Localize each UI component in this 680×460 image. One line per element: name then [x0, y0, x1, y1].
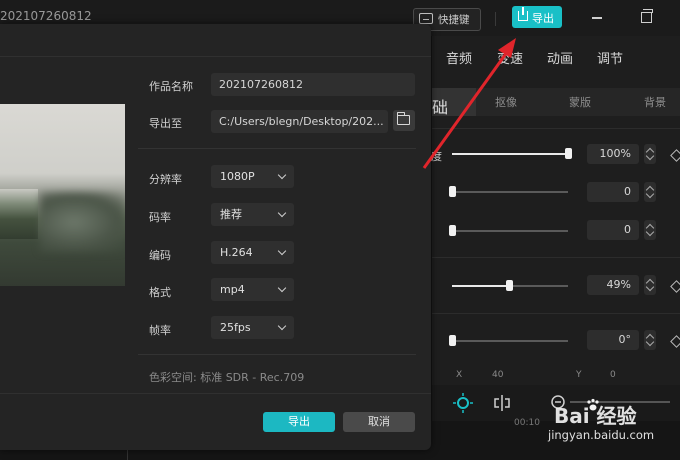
fps-label: 帧率	[149, 324, 171, 337]
share-icon	[518, 7, 528, 21]
rotation-stepper[interactable]	[644, 330, 656, 350]
tab-adjust[interactable]: 调节	[597, 48, 623, 67]
opacity-stepper[interactable]	[644, 144, 656, 164]
slider-3-thumb[interactable]	[449, 225, 456, 236]
export-top-label: 导出	[532, 12, 554, 25]
chevron-down-icon	[277, 283, 287, 293]
titlebar-divider	[495, 12, 496, 26]
name-label: 作品名称	[149, 80, 193, 93]
export-path-input[interactable]: C:/Users/blegn/Desktop/202...	[211, 110, 388, 133]
rotation-slider-thumb[interactable]	[449, 335, 456, 346]
restore-window-icon[interactable]	[641, 9, 653, 23]
browse-folder-button[interactable]	[393, 110, 415, 131]
export-path-label: 导出至	[149, 117, 182, 130]
slider-2-thumb[interactable]	[449, 186, 456, 197]
cancel-button[interactable]: 取消	[343, 412, 415, 432]
sub-tab-bar: 础 抠像 蒙版 背景	[432, 88, 680, 117]
video-preview-thumbnail	[0, 104, 125, 286]
resolution-label: 分辨率	[149, 173, 182, 186]
watermark-url: jingyan.baidu.com	[548, 428, 655, 442]
paw-icon	[587, 398, 599, 411]
section-divider	[432, 313, 680, 314]
export-top-button[interactable]: 导出	[512, 6, 562, 28]
dialog-header	[0, 24, 431, 57]
dialog-footer-divider	[0, 393, 431, 394]
resolution-select[interactable]: 1080P	[211, 165, 294, 188]
rotation-value[interactable]: 0°	[587, 330, 639, 350]
chevron-down-icon	[277, 208, 287, 218]
opacity-slider-thumb[interactable]	[565, 148, 572, 159]
fps-select[interactable]: 25fps	[211, 316, 294, 339]
y-label: Y	[576, 370, 582, 380]
tab-speed[interactable]: 变速	[497, 48, 523, 67]
export-button[interactable]: 导出	[263, 412, 335, 432]
slider-3-stepper[interactable]	[644, 220, 656, 240]
section-divider	[432, 128, 680, 129]
y-value[interactable]: 0	[610, 370, 616, 380]
resolution-value: 1080P	[220, 170, 255, 183]
position-xy: X 40 Y 0	[452, 368, 680, 384]
subtab-background[interactable]: 背景	[644, 94, 666, 110]
folder-icon	[396, 112, 410, 125]
slider-3-track[interactable]	[452, 230, 568, 232]
rotation-slider-track[interactable]	[452, 340, 568, 342]
split-icon[interactable]	[492, 393, 512, 413]
subtab-cutout[interactable]: 抠像	[495, 94, 517, 110]
slider-2-stepper[interactable]	[644, 182, 656, 202]
snap-icon[interactable]	[453, 393, 473, 413]
fps-value: 25fps	[220, 321, 251, 334]
format-value: mp4	[220, 283, 245, 296]
format-select[interactable]: mp4	[211, 278, 294, 301]
scale-slider-thumb[interactable]	[505, 280, 513, 291]
dialog-divider	[138, 354, 416, 355]
codec-value: H.264	[220, 246, 253, 259]
shortcut-label: 快捷键	[438, 14, 470, 26]
tab-audio[interactable]: 音频	[446, 48, 472, 67]
preview-image-sharp-region	[0, 189, 38, 239]
color-space-info: 色彩空间: 标准 SDR - Rec.709	[149, 371, 305, 384]
opacity-label-partial: 度	[431, 150, 442, 163]
slider-3-value[interactable]: 0	[587, 220, 639, 240]
keyboard-icon	[419, 13, 433, 24]
chevron-down-icon	[277, 170, 287, 180]
x-value[interactable]: 40	[492, 370, 503, 380]
bitrate-value: 推荐	[220, 208, 242, 221]
codec-label: 编码	[149, 249, 171, 262]
format-label: 格式	[149, 286, 171, 299]
subtab-basic-label: 础	[432, 98, 449, 117]
scale-stepper[interactable]	[644, 275, 656, 295]
bitrate-select[interactable]: 推荐	[211, 203, 294, 226]
timeline-tick	[127, 450, 128, 460]
opacity-slider-fill	[452, 153, 568, 155]
scale-slider-fill	[452, 285, 509, 287]
subtab-basic[interactable]: 础	[432, 88, 476, 117]
tab-animation[interactable]: 动画	[547, 48, 573, 67]
window-title: 202107260812	[0, 9, 92, 23]
codec-select[interactable]: H.264	[211, 241, 294, 264]
chevron-down-icon	[277, 321, 287, 331]
timeline-ruler-time: 00:10	[514, 418, 540, 428]
slider-2-track[interactable]	[452, 191, 568, 193]
bitrate-label: 码率	[149, 211, 171, 224]
scale-value[interactable]: 49%	[587, 275, 639, 295]
chevron-down-icon	[277, 246, 287, 256]
section-divider	[432, 257, 680, 258]
subtab-mask[interactable]: 蒙版	[569, 94, 591, 110]
minimize-icon[interactable]	[592, 17, 602, 19]
dialog-divider	[138, 148, 416, 149]
name-input[interactable]: 202107260812	[211, 73, 415, 96]
slider-2-value[interactable]: 0	[587, 182, 639, 202]
preview-image-blur-region	[40, 192, 125, 252]
opacity-value[interactable]: 100%	[587, 144, 639, 164]
x-label: X	[456, 370, 463, 380]
